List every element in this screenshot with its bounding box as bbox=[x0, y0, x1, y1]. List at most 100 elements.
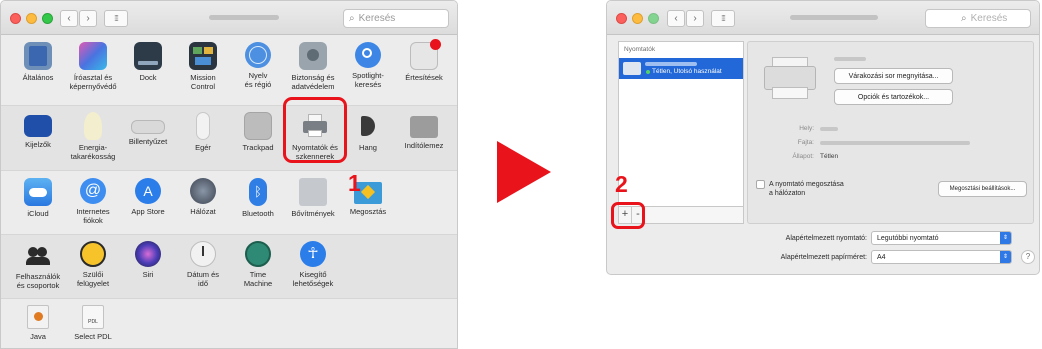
forward-button[interactable]: › bbox=[686, 10, 704, 27]
default-paper-select[interactable]: A4 ⇕ bbox=[871, 250, 1012, 264]
system-preferences-window: ‹ › ⁞⁞⁞ ⌕ Keresés Általános Íróasztal és… bbox=[0, 0, 458, 349]
minimize-button[interactable] bbox=[632, 13, 643, 24]
pref-siri[interactable]: Siri bbox=[120, 241, 176, 280]
select-pdl-icon: PDL bbox=[82, 305, 104, 329]
printer-list[interactable]: Nyomtatók Tétlen, Utolsó használat bbox=[618, 41, 744, 224]
grid-icon: ⁞⁞⁞ bbox=[721, 14, 726, 23]
pref-users[interactable]: Felhasználók és csoportok bbox=[10, 241, 66, 290]
bluetooth-icon: ᛒ bbox=[249, 178, 267, 206]
printer-large-icon bbox=[764, 57, 816, 101]
users-icon bbox=[24, 241, 52, 269]
grid-icon: ⁞⁞⁞ bbox=[114, 14, 119, 23]
pref-notifications[interactable]: Értesítések bbox=[396, 39, 452, 83]
printer-name-blur bbox=[834, 57, 866, 61]
open-queue-button[interactable]: Várakozási sor megnyitása... bbox=[834, 68, 953, 84]
printers-highlight bbox=[283, 97, 347, 163]
network-icon bbox=[190, 178, 216, 204]
pref-extensions[interactable]: Bővítmények bbox=[285, 178, 341, 219]
dock-icon bbox=[134, 42, 162, 70]
minimize-button[interactable] bbox=[26, 13, 37, 24]
time-machine-icon bbox=[245, 241, 271, 267]
search-icon: ⌕ bbox=[349, 13, 355, 24]
internet-accounts-icon: @ bbox=[80, 178, 106, 204]
status-label: Állapot: bbox=[792, 153, 814, 160]
desktop-icon bbox=[79, 42, 107, 70]
pref-desktop[interactable]: Íróasztal és képernyővédő bbox=[65, 42, 121, 91]
pref-trackpad[interactable]: Trackpad bbox=[230, 112, 286, 153]
siri-icon bbox=[135, 241, 161, 267]
pref-dock[interactable]: Dock bbox=[120, 42, 176, 83]
share-printer-label: A nyomtató megosztása a hálózaton bbox=[769, 181, 844, 197]
popup-arrows-icon: ⇕ bbox=[1000, 232, 1011, 244]
keyboard-icon bbox=[131, 120, 165, 134]
step-1-label: 1 bbox=[348, 170, 361, 196]
app-store-icon: A bbox=[135, 178, 161, 204]
add-button-highlight bbox=[611, 202, 645, 229]
location-label: Hely: bbox=[799, 125, 814, 132]
printers-scanners-window: ‹ › ⁞⁞⁞ ⌕ Keresés Nyomtatók Tétlen, Utol… bbox=[606, 0, 1040, 275]
back-button[interactable]: ‹ bbox=[667, 10, 685, 27]
pref-general[interactable]: Általános bbox=[10, 42, 66, 83]
pref-app-store[interactable]: A App Store bbox=[120, 178, 176, 217]
pref-sound[interactable]: Hang bbox=[340, 112, 396, 153]
chevron-right-icon: › bbox=[693, 13, 697, 24]
search-input[interactable]: ⌕ Keresés bbox=[343, 9, 449, 28]
help-button[interactable]: ? bbox=[1021, 250, 1035, 264]
printer-list-item[interactable]: Tétlen, Utolsó használat bbox=[619, 58, 743, 79]
energy-icon bbox=[84, 112, 102, 140]
java-icon bbox=[27, 305, 49, 329]
close-button[interactable] bbox=[10, 13, 21, 24]
accessibility-icon: ☥ bbox=[300, 241, 326, 267]
search-input[interactable]: ⌕ Keresés bbox=[925, 9, 1031, 28]
popup-arrows-icon: ⇕ bbox=[1000, 251, 1011, 263]
pref-keyboard[interactable]: Billentyűzet bbox=[120, 112, 176, 147]
back-button[interactable]: ‹ bbox=[60, 10, 78, 27]
chevron-left-icon: ‹ bbox=[67, 13, 71, 24]
options-supplies-button[interactable]: Opciók és tartozékok... bbox=[834, 89, 953, 105]
kind-label: Fajta: bbox=[797, 139, 814, 146]
status-dot-icon bbox=[646, 70, 650, 74]
mission-control-icon bbox=[189, 42, 217, 70]
pref-network[interactable]: Hálózat bbox=[175, 178, 231, 217]
show-all-button[interactable]: ⁞⁞⁞ bbox=[104, 10, 128, 27]
pref-date-time[interactable]: Dátum és idő bbox=[175, 241, 231, 288]
close-button[interactable] bbox=[616, 13, 627, 24]
pref-security[interactable]: Biztonság és adatvédelem bbox=[285, 42, 341, 91]
startup-disk-icon bbox=[410, 116, 438, 138]
show-all-button[interactable]: ⁞⁞⁞ bbox=[711, 10, 735, 27]
pref-bluetooth[interactable]: ᛒ Bluetooth bbox=[230, 178, 286, 219]
forward-button[interactable]: › bbox=[79, 10, 97, 27]
printer-list-header: Nyomtatók bbox=[624, 46, 656, 53]
trackpad-icon bbox=[244, 112, 272, 140]
printer-status: Tétlen, Utolsó használat bbox=[652, 68, 722, 75]
zoom-button[interactable] bbox=[648, 13, 659, 24]
pref-icloud[interactable]: iCloud bbox=[10, 178, 66, 219]
pref-startup-disk[interactable]: Indítólemez bbox=[396, 112, 452, 151]
sharing-preferences-button[interactable]: Megosztási beállítások... bbox=[938, 181, 1027, 197]
window-title bbox=[790, 15, 878, 20]
pref-energy[interactable]: Energia- takarékosság bbox=[65, 112, 121, 161]
printer-detail-pane: Várakozási sor megnyitása... Opciók és t… bbox=[747, 41, 1034, 224]
arrow-right-icon bbox=[497, 141, 551, 203]
pref-mission-control[interactable]: Mission Control bbox=[175, 42, 231, 91]
pref-select-pdl[interactable]: PDL Select PDL bbox=[65, 305, 121, 342]
icloud-icon bbox=[24, 178, 52, 206]
pref-mouse[interactable]: Egér bbox=[175, 112, 231, 153]
default-printer-label: Alapértelmezett nyomtató: bbox=[785, 235, 867, 242]
pref-time-machine[interactable]: Time Machine bbox=[230, 241, 286, 288]
default-printer-select[interactable]: Legutóbbi nyomtató ⇕ bbox=[871, 231, 1012, 245]
status-value: Tétlen bbox=[820, 153, 839, 160]
parental-controls-icon bbox=[80, 241, 106, 267]
pref-spotlight[interactable]: Spotlight- keresés bbox=[340, 42, 396, 89]
pref-displays[interactable]: Kijelzők bbox=[10, 112, 66, 150]
zoom-button[interactable] bbox=[42, 13, 53, 24]
pref-internet-accounts[interactable]: @ Internetes fiókok bbox=[65, 178, 121, 225]
pref-accessibility[interactable]: ☥ Kisegítő lehetőségek bbox=[285, 241, 341, 288]
pref-java[interactable]: Java bbox=[10, 305, 66, 342]
pref-language[interactable]: Nyelv és régió bbox=[230, 42, 286, 89]
chevron-right-icon: › bbox=[86, 13, 90, 24]
share-printer-checkbox[interactable] bbox=[756, 180, 765, 189]
pref-parental-controls[interactable]: Szülői felügyelet bbox=[65, 241, 121, 288]
search-icon: ⌕ bbox=[961, 13, 967, 24]
mouse-icon bbox=[196, 112, 210, 140]
